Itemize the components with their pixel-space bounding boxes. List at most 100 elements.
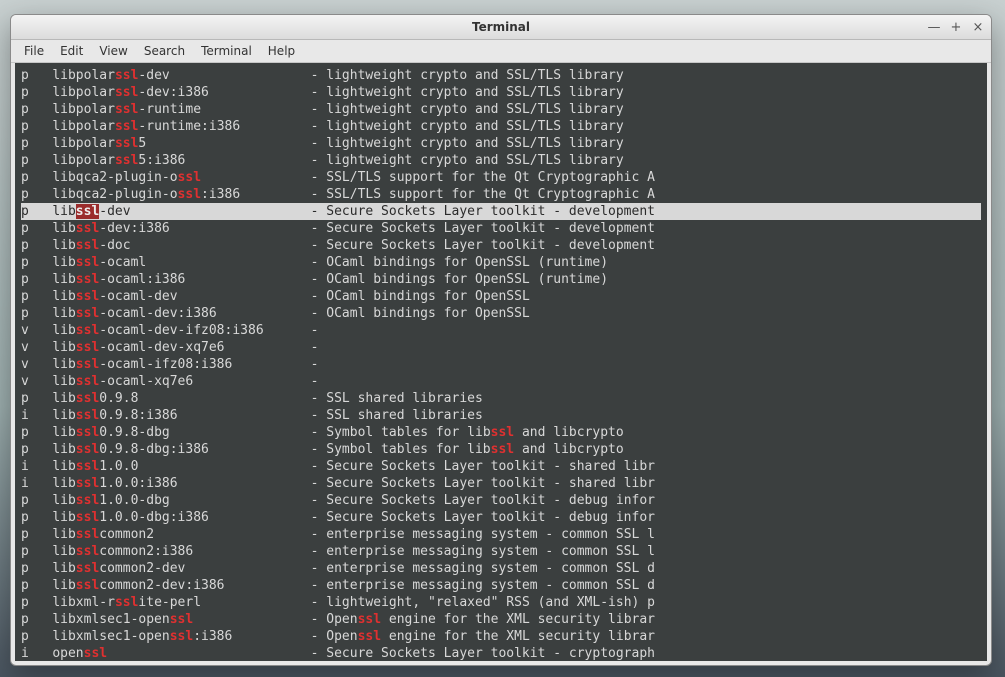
package-flag: p xyxy=(21,272,29,287)
package-description: OCaml bindings for OpenSSL (runtime) xyxy=(326,272,608,287)
package-name: libssl-dev xyxy=(52,204,130,219)
package-flag: p xyxy=(21,510,29,525)
package-flag: p xyxy=(21,221,29,236)
terminal-output[interactable]: p libpolarssl-dev - lightweight crypto a… xyxy=(15,63,987,661)
package-name: libssl0.9.8-dbg:i386 xyxy=(52,442,209,457)
menu-help[interactable]: Help xyxy=(261,42,302,60)
maximize-button[interactable]: + xyxy=(949,20,963,34)
package-row[interactable]: i libssl0.9.8:i386 - SSL shared librarie… xyxy=(21,407,981,424)
menu-view[interactable]: View xyxy=(92,42,134,60)
match-highlight: ssl xyxy=(76,238,99,253)
package-row[interactable]: p libsslcommon2-dev:i386 - enterprise me… xyxy=(21,577,981,594)
package-row[interactable]: v libssl-ocaml-ifz08:i386 - xyxy=(21,356,981,373)
package-description: Secure Sockets Layer toolkit - debug inf… xyxy=(326,493,655,508)
match-highlight: ssl xyxy=(76,272,99,287)
package-row[interactable]: p libssl1.0.0-dbg:i386 - Secure Sockets … xyxy=(21,509,981,526)
window-controls: — + × xyxy=(927,15,985,39)
package-row[interactable]: v libssl-ocaml-dev-ifz08:i386 - xyxy=(21,322,981,339)
package-flag: p xyxy=(21,85,29,100)
close-button[interactable]: × xyxy=(971,20,985,34)
package-row[interactable]: i openssl - Secure Sockets Layer toolkit… xyxy=(21,645,981,661)
package-flag: p xyxy=(21,442,29,457)
package-row[interactable]: p libssl-ocaml - OCaml bindings for Open… xyxy=(21,254,981,271)
package-name: libsslcommon2-dev:i386 xyxy=(52,578,224,593)
scrollbar[interactable] xyxy=(987,63,991,661)
match-highlight: ssl xyxy=(76,340,99,355)
package-description: Secure Sockets Layer toolkit - developme… xyxy=(326,221,655,236)
match-highlight: ssl xyxy=(76,578,99,593)
package-description: lightweight crypto and SSL/TLS library xyxy=(326,153,623,168)
package-description: enterprise messaging system - common SSL… xyxy=(326,544,655,559)
package-flag: i xyxy=(21,459,29,474)
package-name: libxml-rsslite-perl xyxy=(52,595,201,610)
package-row[interactable]: p libxmlsec1-openssl - Openssl engine fo… xyxy=(21,611,981,628)
minimize-button[interactable]: — xyxy=(927,20,941,34)
menu-edit[interactable]: Edit xyxy=(53,42,90,60)
package-name: libssl-ocaml-dev xyxy=(52,289,177,304)
package-row[interactable]: p libsslcommon2 - enterprise messaging s… xyxy=(21,526,981,543)
package-name: libssl-ocaml-dev:i386 xyxy=(52,306,216,321)
package-row[interactable]: p libpolarssl-runtime - lightweight cryp… xyxy=(21,101,981,118)
package-row[interactable]: p libqca2-plugin-ossl:i386 - SSL/TLS sup… xyxy=(21,186,981,203)
menu-terminal[interactable]: Terminal xyxy=(194,42,259,60)
package-description: Secure Sockets Layer toolkit - developme… xyxy=(326,238,655,253)
match-highlight: ssl xyxy=(76,391,99,406)
package-flag: p xyxy=(21,238,29,253)
package-row[interactable]: p libssl0.9.8-dbg - Symbol tables for li… xyxy=(21,424,981,441)
package-description: enterprise messaging system - common SSL… xyxy=(326,527,655,542)
package-row[interactable]: p libssl1.0.0-dbg - Secure Sockets Layer… xyxy=(21,492,981,509)
package-row[interactable]: p libssl-ocaml-dev - OCaml bindings for … xyxy=(21,288,981,305)
menu-file[interactable]: File xyxy=(17,42,51,60)
package-name: libssl0.9.8 xyxy=(52,391,138,406)
package-row[interactable]: p libpolarssl-runtime:i386 - lightweight… xyxy=(21,118,981,135)
match-highlight: ssl xyxy=(76,374,99,389)
package-row[interactable]: p libsslcommon2:i386 - enterprise messag… xyxy=(21,543,981,560)
package-row[interactable]: p libssl-dev:i386 - Secure Sockets Layer… xyxy=(21,220,981,237)
package-row[interactable]: p libpolarssl-dev:i386 - lightweight cry… xyxy=(21,84,981,101)
package-flag: p xyxy=(21,629,29,644)
package-row[interactable]: p libssl0.9.8-dbg:i386 - Symbol tables f… xyxy=(21,441,981,458)
package-flag: p xyxy=(21,306,29,321)
package-flag: p xyxy=(21,68,29,83)
match-highlight: ssl xyxy=(76,255,99,270)
package-description: Openssl engine for the XML security libr… xyxy=(326,612,655,627)
match-highlight: ssl xyxy=(76,442,99,457)
package-flag: p xyxy=(21,493,29,508)
package-flag: v xyxy=(21,374,29,389)
package-row[interactable]: p libxmlsec1-openssl:i386 - Openssl engi… xyxy=(21,628,981,645)
package-row[interactable]: i libssl1.0.0 - Secure Sockets Layer too… xyxy=(21,458,981,475)
match-highlight: ssl xyxy=(76,221,99,236)
package-row[interactable]: p libssl-ocaml:i386 - OCaml bindings for… xyxy=(21,271,981,288)
package-row[interactable]: p libssl-dev - Secure Sockets Layer tool… xyxy=(21,203,981,220)
package-description: lightweight crypto and SSL/TLS library xyxy=(326,119,623,134)
match-highlight: ssl xyxy=(178,170,201,185)
package-description: Secure Sockets Layer toolkit - cryptogra… xyxy=(326,646,655,661)
package-row[interactable]: v libssl-ocaml-dev-xq7e6 - xyxy=(21,339,981,356)
package-flag: i xyxy=(21,476,29,491)
package-row[interactable]: p libqca2-plugin-ossl - SSL/TLS support … xyxy=(21,169,981,186)
menu-search[interactable]: Search xyxy=(137,42,192,60)
package-row[interactable]: p libssl-doc - Secure Sockets Layer tool… xyxy=(21,237,981,254)
match-highlight: ssl xyxy=(76,425,99,440)
match-highlight: ssl xyxy=(76,459,99,474)
match-highlight: ssl xyxy=(491,425,514,440)
package-name: libsslcommon2:i386 xyxy=(52,544,193,559)
match-highlight: ssl xyxy=(115,85,138,100)
package-row[interactable]: v libssl-ocaml-xq7e6 - xyxy=(21,373,981,390)
package-name: libpolarssl-dev:i386 xyxy=(52,85,209,100)
package-row[interactable]: p libpolarssl5 - lightweight crypto and … xyxy=(21,135,981,152)
package-name: libxmlsec1-openssl:i386 xyxy=(52,629,232,644)
package-row[interactable]: i libssl1.0.0:i386 - Secure Sockets Laye… xyxy=(21,475,981,492)
package-description: lightweight crypto and SSL/TLS library xyxy=(326,68,623,83)
package-row[interactable]: p libpolarssl-dev - lightweight crypto a… xyxy=(21,67,981,84)
package-row[interactable]: p libsslcommon2-dev - enterprise messagi… xyxy=(21,560,981,577)
package-description: SSL shared libraries xyxy=(326,408,483,423)
package-row[interactable]: p libssl-ocaml-dev:i386 - OCaml bindings… xyxy=(21,305,981,322)
titlebar[interactable]: Terminal — + × xyxy=(11,15,991,40)
package-description: OCaml bindings for OpenSSL (runtime) xyxy=(326,255,608,270)
package-name: libssl0.9.8:i386 xyxy=(52,408,177,423)
package-row[interactable]: p libxml-rsslite-perl - lightweight, "re… xyxy=(21,594,981,611)
package-row[interactable]: p libssl0.9.8 - SSL shared libraries xyxy=(21,390,981,407)
package-row[interactable]: p libpolarssl5:i386 - lightweight crypto… xyxy=(21,152,981,169)
package-flag: p xyxy=(21,561,29,576)
